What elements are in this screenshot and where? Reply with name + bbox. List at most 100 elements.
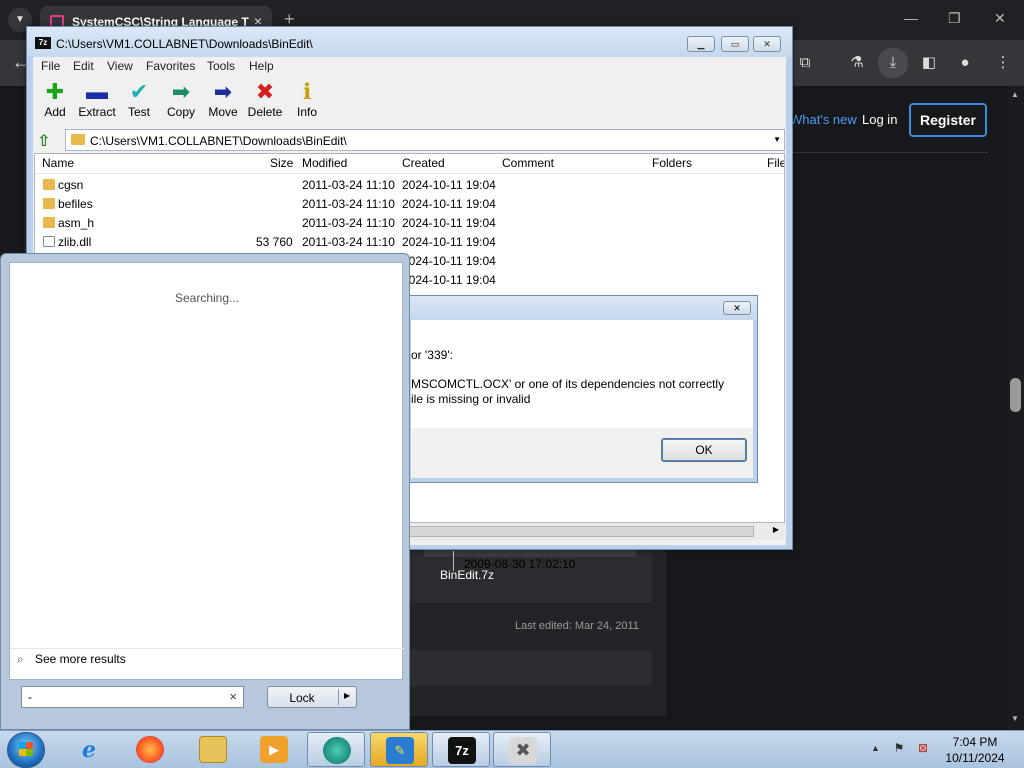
- test-icon: ✔: [129, 79, 149, 104]
- taskbar-media-player[interactable]: ▶: [245, 732, 303, 767]
- 7zip-close-button[interactable]: ✕: [753, 36, 781, 52]
- menu-tools[interactable]: Tools: [207, 59, 235, 73]
- add-button[interactable]: ✚ Add: [33, 79, 77, 123]
- delete-icon: ✖: [255, 79, 275, 104]
- move-button[interactable]: ➡ Move: [201, 79, 245, 123]
- taskbar-app-green[interactable]: [307, 732, 365, 767]
- column-files[interactable]: File: [767, 156, 784, 170]
- page-scroll-thumb[interactable]: [1010, 378, 1021, 412]
- column-name[interactable]: Name: [42, 156, 74, 170]
- dialog-body: or '339': MSCOMCTL.OCX' or one of its de…: [411, 320, 753, 428]
- extensions-icon[interactable]: ⧉: [794, 52, 816, 74]
- dialog-close-button[interactable]: ✕: [723, 301, 751, 315]
- column-created[interactable]: Created: [402, 156, 445, 170]
- app-globe-icon: [323, 737, 351, 764]
- scroll-right-arrow-icon[interactable]: ▶: [773, 525, 779, 534]
- network-disconnected-icon[interactable]: ⊠: [915, 741, 931, 757]
- register-button[interactable]: Register: [909, 103, 987, 137]
- windows-logo-icon: [19, 742, 33, 756]
- side-panel-icon[interactable]: ◧: [918, 52, 940, 74]
- log-in-link[interactable]: Log in: [862, 112, 897, 127]
- info-icon: ℹ: [302, 79, 312, 104]
- 7zip-titlebar[interactable]: 7z C:\Users\VM1.COLLABNET\Downloads\BinE…: [27, 27, 792, 57]
- column-folders[interactable]: Folders: [652, 156, 692, 170]
- reply-bar: [408, 650, 652, 686]
- taskbar-tools[interactable]: ✖: [493, 732, 551, 767]
- info-button[interactable]: ℹ Info: [285, 79, 329, 123]
- lock-button[interactable]: Lock ▶: [267, 686, 357, 708]
- profile-avatar-icon[interactable]: ●: [954, 52, 976, 74]
- menu-help[interactable]: Help: [249, 59, 274, 73]
- address-dropdown-icon[interactable]: ▼: [773, 135, 781, 144]
- delete-button[interactable]: ✖ Delete: [243, 79, 287, 123]
- lock-separator: [338, 689, 339, 705]
- extract-button[interactable]: ▬ Extract: [75, 79, 119, 123]
- whats-new-link[interactable]: What's new: [790, 112, 857, 127]
- column-size[interactable]: Size: [270, 156, 293, 170]
- clear-search-icon[interactable]: ×: [229, 689, 237, 704]
- extract-icon: ▬: [86, 79, 108, 104]
- address-bar: ⇧ C:\Users\VM1.COLLABNET\Downloads\BinEd…: [33, 129, 786, 153]
- table-row[interactable]: asm_h 2011-03-24 11:10 2024-10-11 19:04: [35, 214, 784, 233]
- menu-edit[interactable]: Edit: [73, 59, 94, 73]
- 7zip-menubar: File Edit View Favorites Tools Help: [33, 57, 786, 75]
- action-center-icon[interactable]: ⚑: [891, 741, 907, 757]
- status-date: 2009-08-30 17:02:10: [464, 557, 576, 571]
- move-label: Move: [208, 105, 238, 119]
- error-line-1: or '339':: [411, 348, 453, 362]
- row-created: 2024-10-11 19:04: [402, 254, 496, 268]
- delete-label: Delete: [247, 105, 283, 119]
- start-search-input[interactable]: - ×: [21, 686, 244, 708]
- menu-view[interactable]: View: [107, 59, 133, 73]
- clock-time: 7:04 PM: [952, 735, 998, 749]
- row-modified: 2011-03-24 11:10: [302, 178, 395, 192]
- table-row[interactable]: zlib.dll 53 760 2011-03-24 11:10 2024-10…: [35, 233, 784, 252]
- 7zip-minimize-button[interactable]: ▁: [687, 36, 715, 52]
- taskbar-clock[interactable]: 7:04 PM 10/11/2024: [940, 734, 1010, 766]
- show-hidden-icons-icon[interactable]: ▲: [871, 743, 880, 753]
- 7zip-logo-icon: 7z: [35, 37, 51, 49]
- download-icon[interactable]: ⤓: [878, 48, 908, 78]
- start-button[interactable]: [7, 732, 45, 768]
- row-created: 2024-10-11 19:04: [402, 216, 496, 230]
- taskbar-7zip[interactable]: 7z: [432, 732, 490, 767]
- folder-up-icon[interactable]: ⇧: [37, 131, 57, 151]
- browser-close-icon[interactable]: ✕: [994, 10, 1006, 27]
- scroll-down-arrow-icon[interactable]: ▼: [1011, 714, 1019, 723]
- lock-options-arrow-icon[interactable]: ▶: [344, 691, 350, 700]
- app-installer-icon: ✎: [386, 737, 414, 764]
- labs-flask-icon[interactable]: ⚗: [846, 52, 868, 74]
- row-created: 2024-10-11 19:04: [402, 197, 496, 211]
- taskbar-firefox[interactable]: [121, 732, 179, 767]
- browser-menu-icon[interactable]: ⋮: [992, 52, 1014, 74]
- browser-minimize-icon[interactable]: —: [904, 10, 918, 26]
- column-comment[interactable]: Comment: [502, 156, 554, 170]
- taskbar-app-yellow[interactable]: ✎: [370, 732, 428, 767]
- error-line-3: ile is missing or invalid: [411, 392, 531, 406]
- ok-button[interactable]: OK: [661, 438, 747, 462]
- row-created: 2024-10-11 19:04: [402, 178, 496, 192]
- table-row[interactable]: befiles 2011-03-24 11:10 2024-10-11 19:0…: [35, 195, 784, 214]
- copy-button[interactable]: ➡ Copy: [159, 79, 203, 123]
- taskbar-explorer[interactable]: [184, 732, 242, 767]
- taskbar-ie[interactable]: ℯ: [60, 732, 118, 767]
- menu-favorites[interactable]: Favorites: [146, 59, 195, 73]
- file-explorer-icon: [199, 736, 227, 763]
- error-line-2: MSCOMCTL.OCX' or one of its dependencies…: [411, 377, 725, 391]
- row-name: cgsn: [58, 178, 84, 192]
- browser-maximize-icon[interactable]: ❐: [948, 10, 961, 27]
- menu-file[interactable]: File: [41, 59, 60, 73]
- move-icon: ➡: [213, 79, 233, 104]
- media-player-icon: ▶: [260, 736, 288, 763]
- test-button[interactable]: ✔ Test: [117, 79, 161, 123]
- address-field[interactable]: C:\Users\VM1.COLLABNET\Downloads\BinEdit…: [65, 129, 785, 151]
- folder-icon: [43, 217, 55, 228]
- dialog-titlebar[interactable]: ✕: [405, 296, 757, 320]
- table-row[interactable]: cgsn 2011-03-24 11:10 2024-10-11 19:04: [35, 176, 784, 195]
- add-label: Add: [44, 105, 66, 119]
- copy-icon: ➡: [171, 79, 191, 104]
- column-modified[interactable]: Modified: [302, 156, 347, 170]
- 7zip-maximize-button[interactable]: ▭: [721, 36, 749, 52]
- scroll-up-arrow-icon[interactable]: ▲: [1011, 90, 1019, 99]
- see-more-results-link[interactable]: See more results: [35, 652, 126, 666]
